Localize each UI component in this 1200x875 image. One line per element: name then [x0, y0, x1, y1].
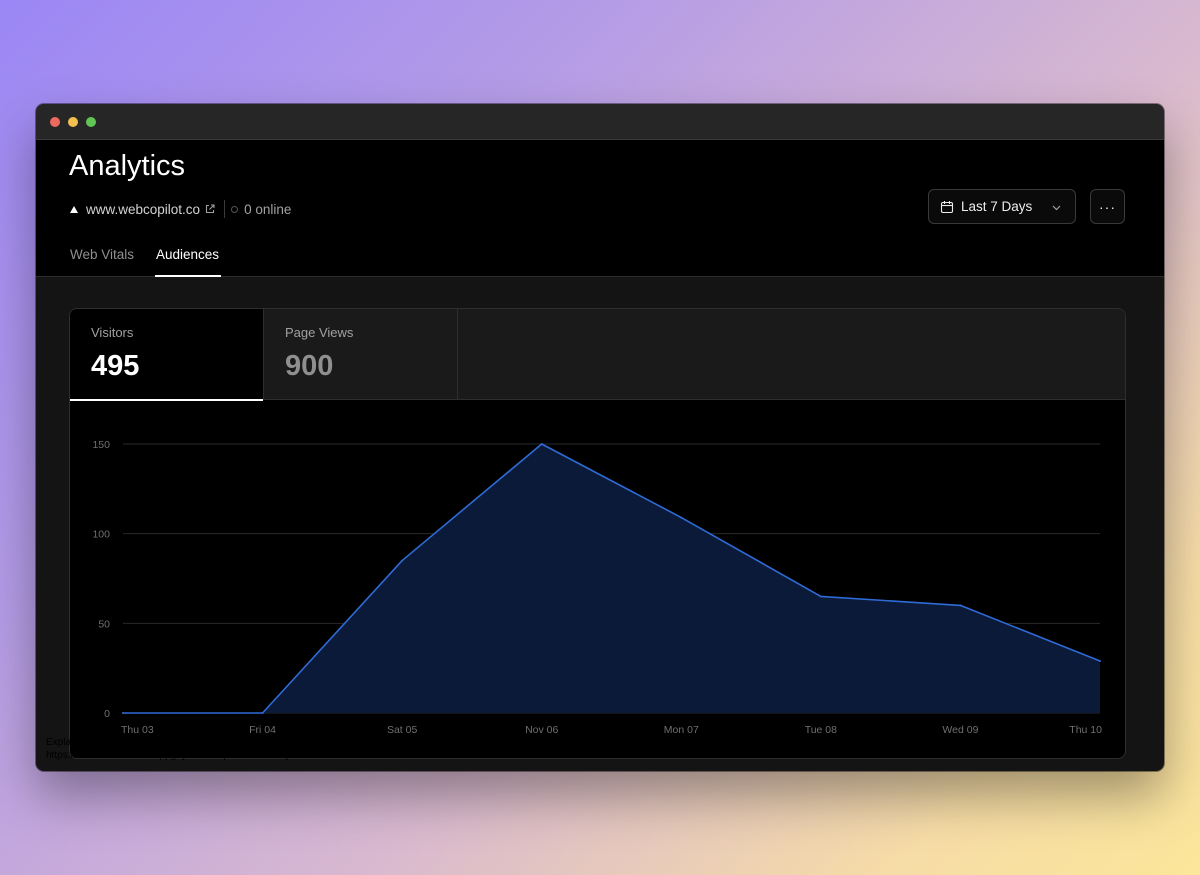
visitors-metric-tab[interactable]: Visitors 495	[70, 309, 264, 401]
date-range-dropdown[interactable]: Last 7 Days	[928, 189, 1076, 224]
metric-label: Page Views	[285, 325, 354, 340]
site-info-row: www.webcopilot.co 0 online	[70, 200, 291, 218]
audience-card: Visitors 495 Page Views 900 0 50 100 150 Thu…	[69, 308, 1126, 759]
y-tick-label: 150	[92, 439, 110, 451]
tab-bar: Web Vitals Audiences	[70, 247, 222, 277]
overlay-title: Explain and Send Screenshots	[46, 737, 183, 748]
divider	[224, 200, 226, 218]
more-options-button[interactable]: ···	[1090, 189, 1125, 224]
x-tick-label: Thu 10	[1069, 724, 1102, 736]
x-tick-label: Tue 08	[805, 724, 837, 736]
data-point	[1099, 659, 1101, 662]
chevron-down-icon	[1052, 205, 1061, 211]
data-point	[540, 443, 543, 445]
site-url-link[interactable]: www.webcopilot.co	[86, 202, 200, 217]
triangle-logo-icon	[70, 205, 78, 213]
tab-audiences[interactable]: Audiences	[154, 247, 222, 277]
data-point	[959, 604, 962, 607]
title-bar	[36, 104, 1164, 140]
metric-value: 900	[285, 350, 334, 382]
page-views-metric-tab[interactable]: Page Views 900	[264, 309, 458, 400]
data-point	[401, 559, 404, 562]
data-point	[819, 595, 822, 598]
browser-window: Analytics www.webcopilot.co 0 online Las…	[36, 104, 1164, 771]
data-point	[261, 712, 264, 714]
external-link-icon[interactable]	[204, 203, 216, 215]
x-tick-label: Nov 06	[525, 724, 558, 736]
online-status-dot	[231, 205, 239, 213]
minimize-window-button[interactable]	[68, 116, 78, 127]
page-title: Analytics	[69, 150, 186, 182]
maximize-window-button[interactable]	[86, 116, 96, 127]
x-tick-label: Sat 05	[387, 724, 418, 736]
x-tick-label: Wed 09	[942, 724, 978, 736]
close-window-button[interactable]	[50, 116, 60, 127]
date-range-label: Last 7 Days	[961, 199, 1033, 214]
metric-value: 495	[91, 350, 140, 382]
data-point	[680, 516, 683, 519]
series-area	[123, 444, 1100, 713]
overlay-url: https://vercel.com/indianappguys/webcopi…	[46, 750, 349, 761]
tab-web-vitals[interactable]: Web Vitals	[70, 247, 156, 277]
data-point	[122, 712, 124, 714]
metric-label: Visitors	[91, 325, 134, 340]
screenshot-overlay: Explain and Send Screenshots https://ver…	[46, 736, 348, 762]
online-status: 0 online	[244, 201, 292, 217]
y-tick-label: 100	[92, 529, 110, 541]
metrics-row: Visitors 495 Page Views 900	[70, 309, 1125, 401]
analytics-header: Analytics www.webcopilot.co 0 online Las…	[36, 140, 1164, 277]
y-tick-label: 0	[104, 708, 110, 720]
x-tick-label: Mon 07	[664, 724, 699, 736]
x-tick-label: Fri 04	[249, 724, 276, 736]
y-tick-label: 50	[98, 618, 110, 630]
x-tick-label: Thu 03	[121, 724, 154, 736]
visitors-chart: 0 50 100 150 Thu 03 Fri 04 Sat 05 Nov 06 Mon 07 T…	[92, 439, 1102, 736]
calendar-icon	[940, 200, 954, 213]
